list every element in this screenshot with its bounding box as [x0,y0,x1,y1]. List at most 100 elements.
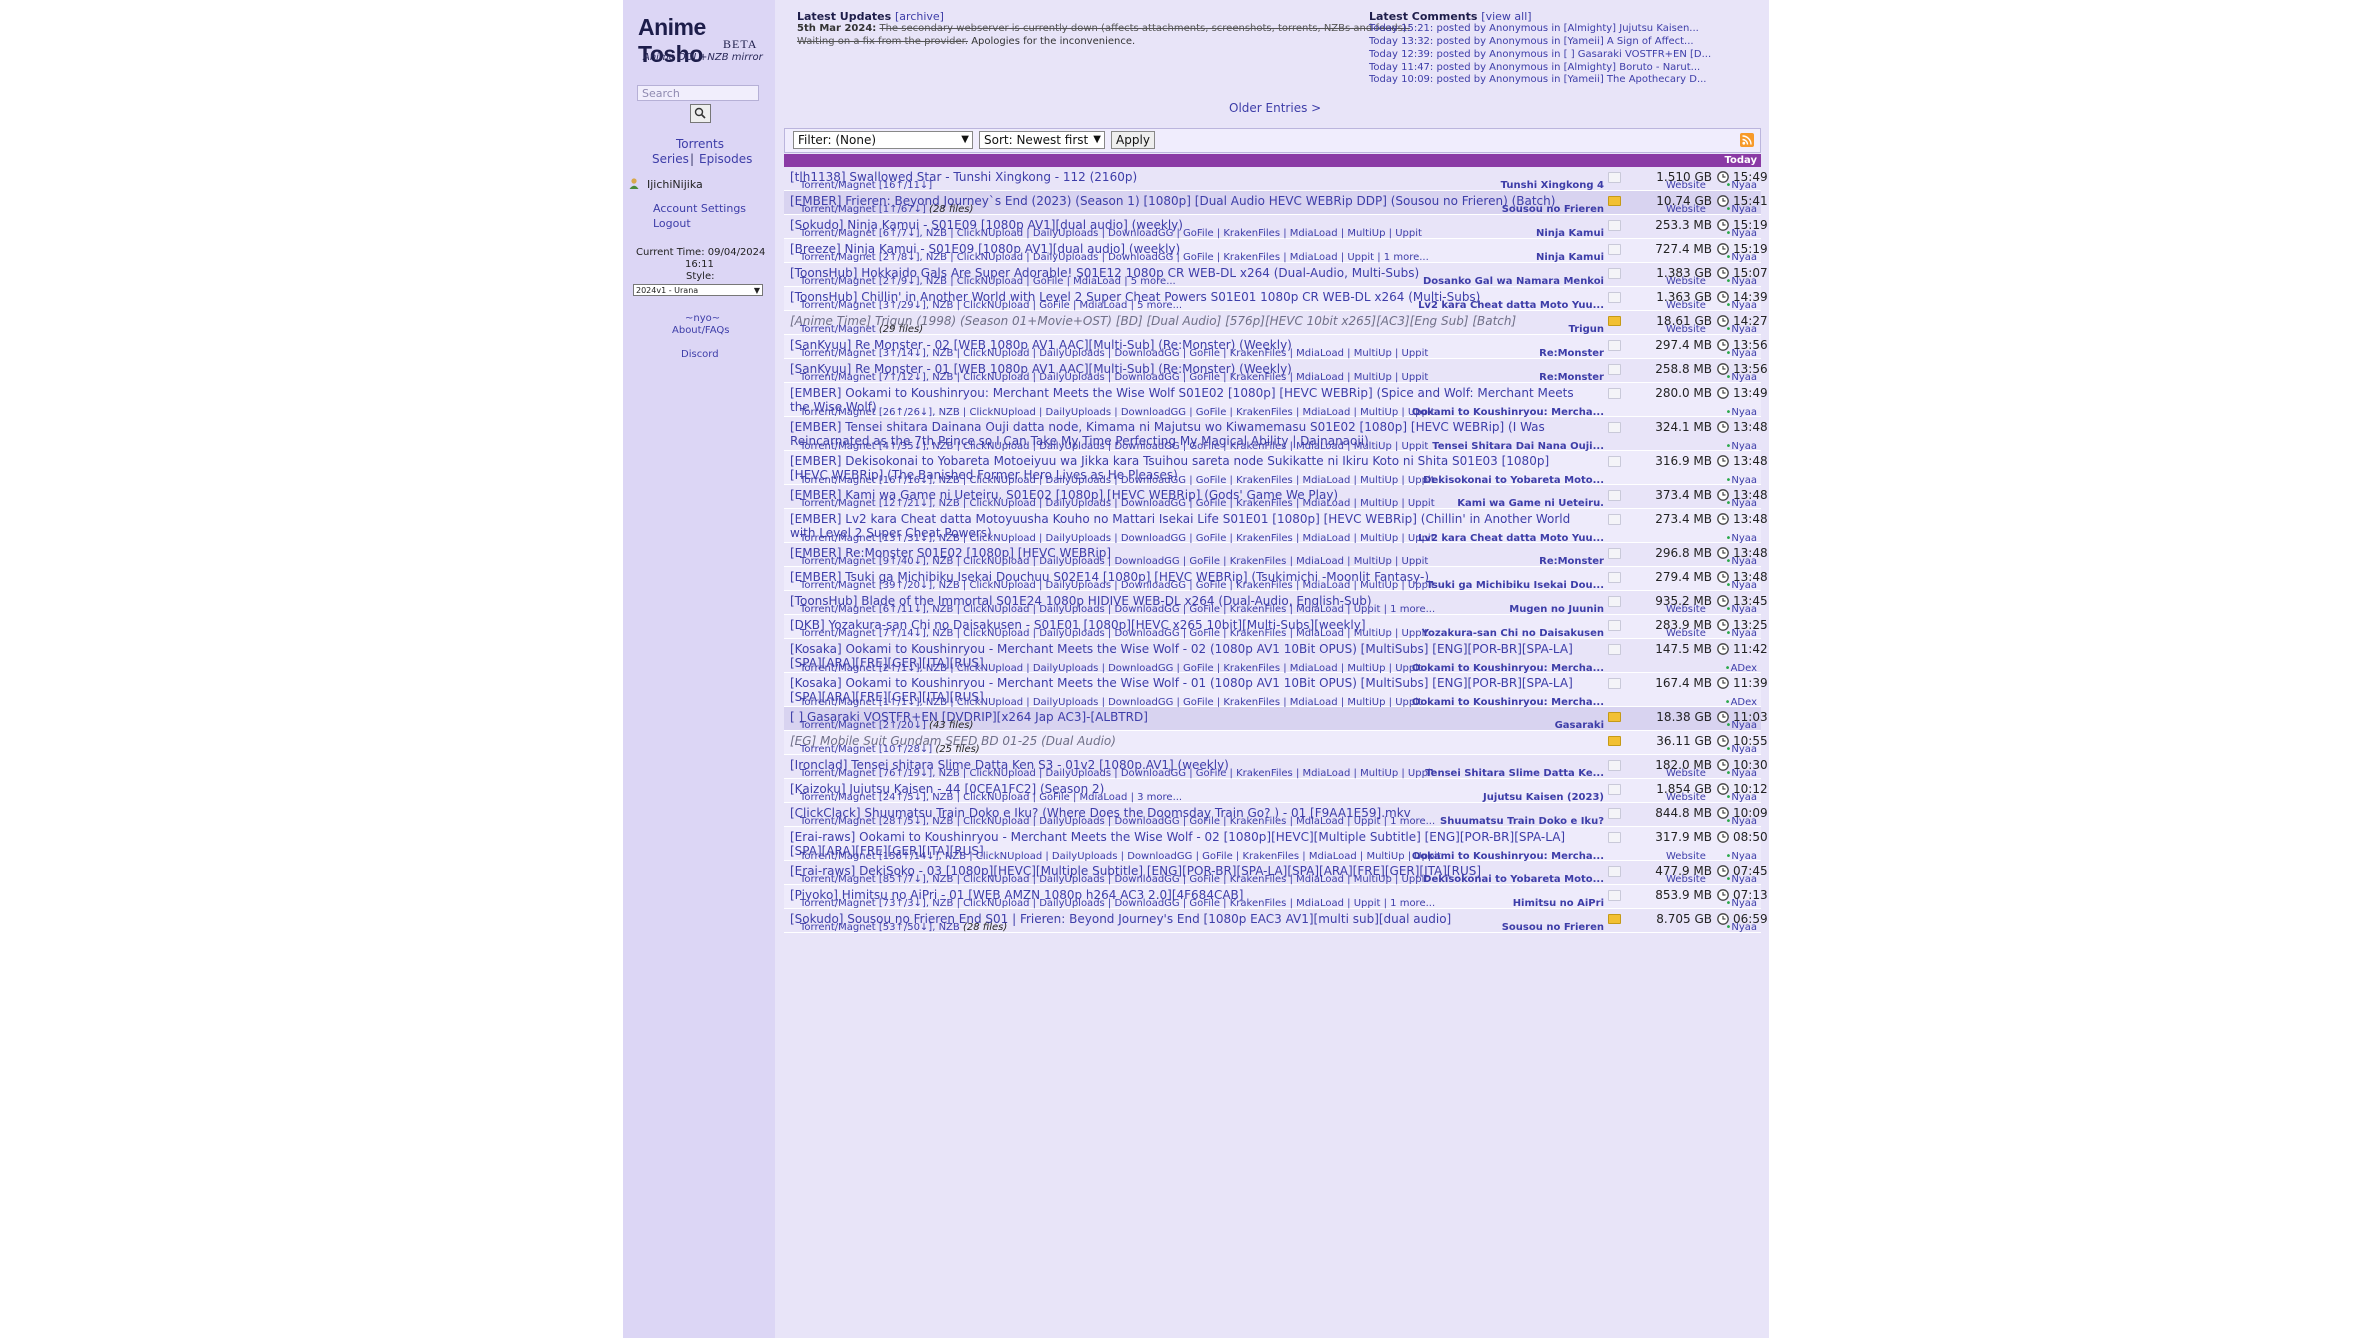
uploader-link[interactable]: •Nyaa [1725,204,1757,215]
series-link[interactable]: Ninja Kamui [1536,252,1604,263]
view-all-comments-link[interactable]: [view all] [1481,10,1531,23]
uploader-link[interactable]: •Nyaa [1725,498,1757,509]
uploader-link[interactable]: •Nyaa [1725,768,1757,779]
series-link[interactable]: Ninja Kamui [1536,228,1604,239]
account-settings-link[interactable]: Account Settings [653,202,746,215]
uploader-link[interactable]: •Nyaa [1725,300,1757,311]
about-faq-link[interactable]: About/FAQs [672,325,730,336]
series-link[interactable]: Tsuki ga Michibiku Isekai Dou... [1426,580,1604,591]
website-link[interactable]: Website [1666,180,1706,191]
uploader-link[interactable]: •Nyaa [1725,180,1757,191]
series-link[interactable]: Re:Monster [1539,556,1604,567]
torrent-magnet-links[interactable]: Torrent/Magnet [6↑/11↓], NZB | ClickNUpl… [800,604,1435,615]
series-link[interactable]: Sousou no Frieren [1502,922,1604,933]
uploader-link[interactable]: •Nyaa [1725,276,1757,287]
torrent-magnet-links[interactable]: Torrent/Magnet [53↑/50↓], NZB [800,922,960,933]
torrent-magnet-links[interactable]: Torrent/Magnet [85↑/7↓], NZB | ClickNUpl… [800,874,1428,885]
filter-select[interactable]: Filter: (None) ▼ [793,131,973,149]
nyo-link[interactable]: ~nyo~ [685,313,720,324]
torrent-magnet-links[interactable]: Torrent/Magnet [2↑/8↓], NZB | ClickNUplo… [800,252,1429,263]
series-link[interactable]: Trigun [1569,324,1604,335]
torrent-magnet-links[interactable]: Torrent/Magnet [39↑/20↓], NZB | ClickNUp… [800,580,1435,591]
uploader-link[interactable]: •Nyaa [1725,348,1757,359]
series-link[interactable]: Re:Monster [1539,348,1604,359]
series-link[interactable]: Kami wa Game ni Ueteiru. [1457,498,1604,509]
uploader-link[interactable]: •Nyaa [1725,922,1757,933]
website-link[interactable]: Website [1666,300,1706,311]
rss-feed-button[interactable] [1740,133,1754,147]
uploader-link[interactable]: •Nyaa [1725,792,1757,803]
torrent-magnet-links[interactable]: Torrent/Magnet [76↑/19↓], NZB | ClickNUp… [800,768,1435,779]
website-link[interactable]: Website [1666,204,1706,215]
website-link[interactable]: Website [1666,276,1706,287]
website-link[interactable]: Website [1666,604,1706,615]
file-size: 844.8 MB [1655,806,1712,820]
torrent-magnet-links[interactable]: Torrent/Magnet [16↑/11↓] [800,180,932,191]
comment-item[interactable]: Today 12:39: posted by Anonymous in [ ] … [1369,49,1711,60]
series-link[interactable]: Tunshi Xingkong 4 [1501,180,1604,191]
uploader-link[interactable]: •Nyaa [1725,580,1757,591]
logout-link[interactable]: Logout [653,217,691,230]
series-link[interactable]: Sousou no Frieren [1502,204,1604,215]
series-link[interactable]: Jujutsu Kaisen (2023) [1483,792,1604,803]
website-link[interactable]: Website [1666,324,1706,335]
uploader-link[interactable]: •Nyaa [1725,720,1757,731]
torrent-magnet-links[interactable]: Torrent/Magnet [3↑/29↓], NZB | ClickNUpl… [800,300,1182,311]
series-link[interactable]: Shuumatsu Train Doko e Iku? [1440,816,1604,827]
discord-link[interactable]: Discord [681,349,719,360]
series-link[interactable]: Dekisokonai to Yobareta Moto... [1423,874,1604,885]
sort-select[interactable]: Sort: Newest first ▼ [979,131,1105,149]
older-entries-link[interactable]: Older Entries > [1229,101,1321,115]
archive-link[interactable]: [archive] [895,10,944,23]
nav-torrents[interactable]: Torrents [676,137,724,151]
series-link[interactable]: Mugen no Juunin [1509,604,1604,615]
uploader-link[interactable]: •Nyaa [1725,604,1757,615]
nav-series[interactable]: Series [652,152,689,166]
series-link[interactable]: Re:Monster [1539,372,1604,383]
website-link[interactable]: Website [1666,768,1706,779]
nav-episodes[interactable]: Episodes [699,152,752,166]
uploader-link[interactable]: •Nyaa [1725,628,1757,639]
search-button[interactable] [690,104,711,123]
uploader-link[interactable]: •Nyaa [1725,898,1757,909]
torrent-magnet-links[interactable]: Torrent/Magnet [2↑/9↓], NZB | ClickNUplo… [800,276,1176,287]
uploader-link[interactable]: •Nyaa [1725,556,1757,567]
series-link[interactable]: Yozakura-san Chi no Daisakusen [1422,628,1604,639]
uploader-link[interactable]: •Nyaa [1725,816,1757,827]
torrent-magnet-links[interactable]: Torrent/Magnet [6↑/7↓], NZB | ClickNUplo… [800,228,1422,239]
username[interactable]: IjichiNijika [647,178,703,191]
torrent-magnet-links[interactable]: Torrent/Magnet [10↑/28↓] [800,744,932,755]
series-link[interactable]: Gasaraki [1555,720,1604,731]
torrent-magnet-links[interactable]: Torrent/Magnet [1↑/67↓] [800,204,926,215]
torrent-magnet-links[interactable]: Torrent/Magnet [9↑/40↓], NZB | ClickNUpl… [800,556,1428,567]
torrent-magnet-links[interactable]: Torrent/Magnet [7↑/12↓], NZB | ClickNUpl… [800,372,1428,383]
torrent-magnet-links[interactable]: Torrent/Magnet [12↑/21↓], NZB | ClickNUp… [800,498,1435,509]
series-link[interactable]: Tensei Shitara Slime Datta Ke... [1425,768,1604,779]
apply-button[interactable]: Apply [1111,131,1155,149]
torrent-magnet-links[interactable]: Torrent/Magnet [2↑/20↓] [800,720,926,731]
comment-item[interactable]: Today 10:09: posted by Anonymous in [Yam… [1369,74,1706,85]
torrent-magnet-links[interactable]: Torrent/Magnet [3↑/14↓], NZB | ClickNUpl… [800,348,1428,359]
series-link[interactable]: Himitsu no AiPri [1513,898,1604,909]
torrent-magnet-links[interactable]: Torrent/Magnet [800,324,876,335]
series-link[interactable]: Lv2 kara Cheat datta Moto Yuu... [1418,300,1604,311]
uploader-link[interactable]: •Nyaa [1725,744,1757,755]
comment-item[interactable]: Today 11:47: posted by Anonymous in [Alm… [1369,62,1700,73]
uploader-link[interactable]: •Nyaa [1725,252,1757,263]
torrent-magnet-links[interactable]: Torrent/Magnet [7↑/14↓], NZB | ClickNUpl… [800,628,1428,639]
torrent-magnet-links[interactable]: Torrent/Magnet [24↑/5↓], NZB | ClickNUpl… [800,792,1182,803]
uploader-link[interactable]: •Nyaa [1725,228,1757,239]
uploader-link[interactable]: •Nyaa [1725,324,1757,335]
comment-item[interactable]: Today 15:21: posted by Anonymous in [Alm… [1369,23,1699,34]
torrent-magnet-links[interactable]: Torrent/Magnet [73↑/3↓], NZB | ClickNUpl… [800,898,1435,909]
torrent-magnet-links[interactable]: Torrent/Magnet [28↑/5↓], NZB | ClickNUpl… [800,816,1435,827]
search-input[interactable]: Search [637,85,759,101]
uploader-link[interactable]: •Nyaa [1725,874,1757,885]
website-link[interactable]: Website [1666,792,1706,803]
style-select[interactable]: 2024v1 - Urana ▼ [633,284,763,296]
comment-item[interactable]: Today 13:32: posted by Anonymous in [Yam… [1369,36,1694,47]
website-link[interactable]: Website [1666,874,1706,885]
uploader-link[interactable]: •Nyaa [1725,372,1757,383]
series-link[interactable]: Dosanko Gal wa Namara Menkoi [1423,276,1604,287]
website-link[interactable]: Website [1666,628,1706,639]
